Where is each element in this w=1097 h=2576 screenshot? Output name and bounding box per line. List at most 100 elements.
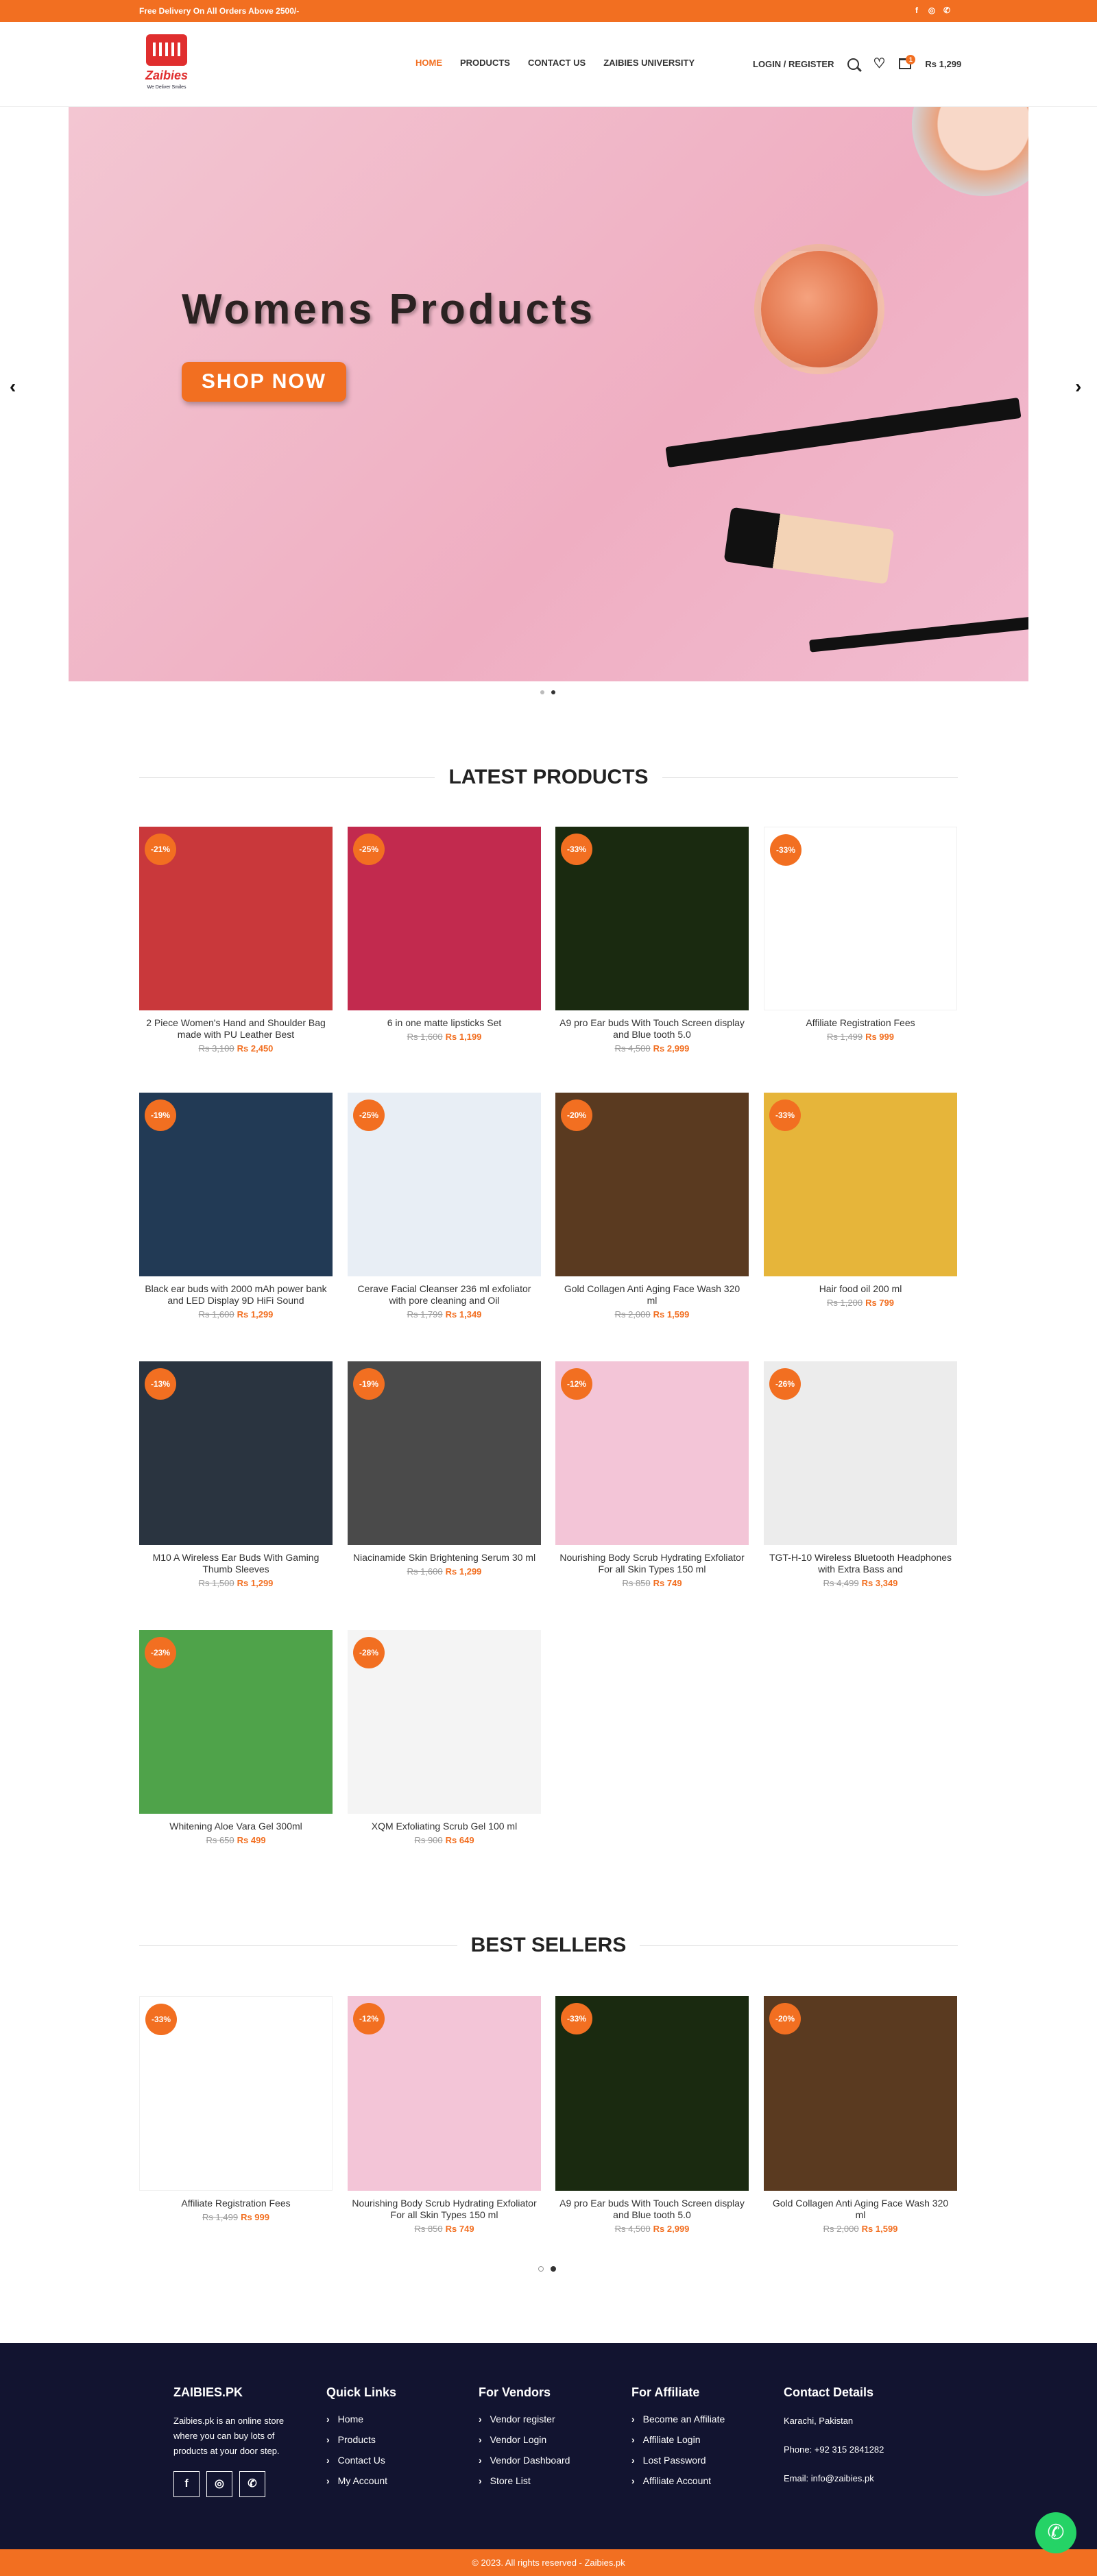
product-name[interactable]: Affiliate Registration Fees — [139, 2198, 333, 2209]
section-title: BEST SELLERS — [457, 1932, 640, 1959]
product-card[interactable]: -23% Whitening Aloe Vara Gel 300ml Rs 650 R… — [139, 1630, 333, 1845]
product-card[interactable]: -20% Gold Collagen Anti Aging Face Wash 3… — [764, 1996, 957, 2234]
sale-price: Rs 999 — [865, 1032, 894, 1042]
product-image[interactable]: -28% — [348, 1630, 541, 1814]
product-name[interactable]: Cerave Facial Cleanser 236 ml exfoliator… — [348, 1283, 541, 1307]
product-image[interactable]: -25% — [348, 1093, 541, 1276]
product-card[interactable]: -19% Niacinamide Skin Brightening Serum 3… — [348, 1361, 541, 1577]
product-card[interactable]: -33% Hair food oil 200 ml Rs 1,200 Rs 799 — [764, 1093, 957, 1308]
footer-link-vendor-dashboard[interactable]: Vendor Dashboard — [479, 2455, 570, 2466]
discount-badge: -12% — [561, 1368, 592, 1400]
product-card[interactable]: -25% Cerave Facial Cleanser 236 ml exfoli… — [348, 1093, 541, 1320]
nav-products[interactable]: PRODUCTS — [460, 58, 510, 68]
product-image[interactable]: -19% — [139, 1093, 333, 1276]
footer-link-products[interactable]: Products — [326, 2434, 396, 2445]
product-name[interactable]: Nourishing Body Scrub Hydrating Exfoliat… — [348, 2198, 541, 2221]
product-name[interactable]: A9 pro Ear buds With Touch Screen displa… — [555, 1017, 749, 1041]
product-card[interactable]: -12% Nourishing Body Scrub Hydrating Exfo… — [348, 1996, 541, 2234]
footer-link-lost-password[interactable]: Lost Password — [631, 2455, 725, 2466]
login-register-link[interactable]: LOGIN / REGISTER — [753, 59, 834, 69]
search-icon[interactable] — [847, 58, 860, 70]
product-name[interactable]: Niacinamide Skin Brightening Serum 30 ml — [348, 1552, 541, 1564]
product-image[interactable]: -33% — [139, 1996, 333, 2191]
product-name[interactable]: Nourishing Body Scrub Hydrating Exfoliat… — [555, 1552, 749, 1575]
product-card[interactable]: -13% M10 A Wireless Ear Buds With Gaming … — [139, 1361, 333, 1588]
product-image[interactable]: -33% — [764, 827, 957, 1010]
footer-link-affiliate-login[interactable]: Affiliate Login — [631, 2434, 725, 2445]
footer-link-vendor-login[interactable]: Vendor Login — [479, 2434, 570, 2445]
product-card[interactable]: -21% 2 Piece Women's Hand and Shoulder Ba… — [139, 827, 333, 1054]
product-name[interactable]: 6 in one matte lipsticks Set — [348, 1017, 541, 1029]
facebook-icon[interactable]: f — [173, 2471, 200, 2497]
product-image[interactable]: -33% — [555, 827, 749, 1010]
whatsapp-chat-button[interactable]: ✆ — [1035, 2512, 1076, 2553]
footer-link-store-list[interactable]: Store List — [479, 2475, 570, 2486]
footer-link-affiliate-account[interactable]: Affiliate Account — [631, 2475, 725, 2486]
footer-link-contact[interactable]: Contact Us — [326, 2455, 396, 2466]
product-image[interactable]: -33% — [764, 1093, 957, 1276]
product-image[interactable]: -20% — [764, 1996, 957, 2191]
discount-badge: -20% — [769, 2003, 801, 2034]
product-image[interactable]: -33% — [555, 1996, 749, 2191]
footer-link-account[interactable]: My Account — [326, 2475, 396, 2486]
footer-link-home[interactable]: Home — [326, 2414, 396, 2425]
carousel-dot-active[interactable] — [551, 2266, 556, 2272]
product-name[interactable]: XQM Exfoliating Scrub Gel 100 ml — [348, 1821, 541, 1832]
product-name[interactable]: TGT-H-10 Wireless Bluetooth Headphones w… — [764, 1552, 957, 1575]
nav-home[interactable]: HOME — [415, 58, 442, 68]
shop-now-button[interactable]: SHOP NOW — [182, 362, 346, 402]
nav-contact-us[interactable]: CONTACT US — [528, 58, 586, 68]
product-image[interactable]: -25% — [348, 827, 541, 1010]
product-card[interactable]: -19% Black ear buds with 2000 mAh power b… — [139, 1093, 333, 1320]
nav-zaibies-university[interactable]: ZAIBIES UNIVERSITY — [603, 58, 695, 68]
slider-dot[interactable] — [540, 690, 544, 694]
product-price: Rs 4,499 Rs 3,349 — [764, 1578, 957, 1588]
product-card[interactable]: -33% A9 pro Ear buds With Touch Screen di… — [555, 827, 749, 1054]
slider-prev-arrow[interactable]: ‹ — [10, 376, 16, 398]
instagram-icon[interactable]: ◎ — [206, 2471, 232, 2497]
product-image[interactable]: -20% — [555, 1093, 749, 1276]
product-image[interactable]: -12% — [555, 1361, 749, 1545]
carousel-dot[interactable] — [538, 2266, 544, 2272]
product-card[interactable]: -33% Affiliate Registration Fees Rs 1,499 R… — [139, 1996, 333, 2222]
product-card[interactable]: -20% Gold Collagen Anti Aging Face Wash 3… — [555, 1093, 749, 1320]
product-name[interactable]: M10 A Wireless Ear Buds With Gaming Thum… — [139, 1552, 333, 1575]
product-image[interactable]: -13% — [139, 1361, 333, 1545]
product-card[interactable]: -33% A9 pro Ear buds With Touch Screen di… — [555, 1996, 749, 2234]
product-name[interactable]: 2 Piece Women's Hand and Shoulder Bag ma… — [139, 1017, 333, 1041]
cart-icon[interactable]: 1 — [899, 55, 916, 69]
product-name[interactable]: Hair food oil 200 ml — [764, 1283, 957, 1295]
product-card[interactable]: -33% Affiliate Registration Fees Rs 1,499 R… — [764, 827, 957, 1042]
product-image[interactable]: -23% — [139, 1630, 333, 1814]
site-logo[interactable]: Zaibies We Deliver Smiles — [139, 30, 194, 99]
slider-dot-active[interactable] — [551, 690, 555, 694]
product-name[interactable]: Gold Collagen Anti Aging Face Wash 320 m… — [764, 2198, 957, 2221]
product-card[interactable]: -28% XQM Exfoliating Scrub Gel 100 ml Rs 9… — [348, 1630, 541, 1845]
product-card[interactable]: -12% Nourishing Body Scrub Hydrating Exfo… — [555, 1361, 749, 1588]
whatsapp-icon[interactable]: ✆ — [942, 4, 952, 16]
footer-link-become-affiliate[interactable]: Become an Affiliate — [631, 2414, 725, 2425]
slider-next-arrow[interactable]: › — [1075, 376, 1081, 398]
footer-phone[interactable]: Phone: +92 315 2841282 — [784, 2442, 914, 2457]
whatsapp-icon[interactable]: ✆ — [239, 2471, 265, 2497]
product-card[interactable]: -25% 6 in one matte lipsticks Set Rs 1,600… — [348, 827, 541, 1042]
product-image[interactable]: -21% — [139, 827, 333, 1010]
product-name[interactable]: Black ear buds with 2000 mAh power bank … — [139, 1283, 333, 1307]
footer-email[interactable]: Email: info@zaibies.pk — [784, 2471, 914, 2486]
wishlist-heart-icon[interactable]: ♡ — [873, 57, 885, 71]
product-name[interactable]: Gold Collagen Anti Aging Face Wash 320 m… — [555, 1283, 749, 1307]
product-name[interactable]: A9 pro Ear buds With Touch Screen displa… — [555, 2198, 749, 2221]
cart-total[interactable]: Rs 1,299 — [925, 59, 961, 69]
old-price: Rs 1,600 — [198, 1309, 234, 1320]
product-price: Rs 1,200 Rs 799 — [764, 1298, 957, 1308]
product-image[interactable]: -19% — [348, 1361, 541, 1545]
facebook-icon[interactable]: f — [912, 4, 921, 16]
product-name[interactable]: Whitening Aloe Vara Gel 300ml — [139, 1821, 333, 1832]
sale-price: Rs 1,299 — [445, 1566, 482, 1577]
footer-link-vendor-register[interactable]: Vendor register — [479, 2414, 570, 2425]
product-name[interactable]: Affiliate Registration Fees — [764, 1017, 957, 1029]
product-image[interactable]: -26% — [764, 1361, 957, 1545]
product-card[interactable]: -26% TGT-H-10 Wireless Bluetooth Headphon… — [764, 1361, 957, 1588]
product-image[interactable]: -12% — [348, 1996, 541, 2191]
instagram-icon[interactable]: ◎ — [927, 4, 937, 16]
